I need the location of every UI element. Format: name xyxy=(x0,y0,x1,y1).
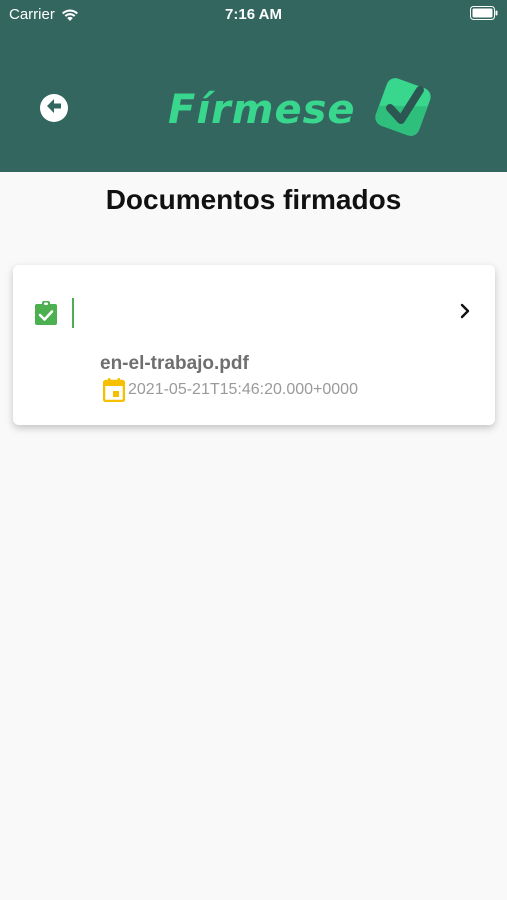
status-bar: Carrier 7:16 AM xyxy=(0,0,507,30)
title-divider xyxy=(72,298,74,328)
page-title: Documentos firmados xyxy=(105,184,402,215)
battery-icon xyxy=(470,6,498,20)
logo-text: Fírmese xyxy=(168,86,356,133)
chevron-right-icon[interactable] xyxy=(459,303,471,319)
file-name: en-el-trabajo.pdf xyxy=(100,353,249,374)
document-date: 2021-05-21T15:46:20.000+0000 xyxy=(128,381,358,398)
app-header: Carrier 7:16 AM Fírmese xyxy=(0,0,507,172)
document-card[interactable]: en-el-trabajo.pdf 2021-05-21T15:46:20.00… xyxy=(13,265,495,425)
date-row: 2021-05-21T15:46:20.000+0000 xyxy=(102,378,358,403)
arrow-left-icon xyxy=(44,96,64,121)
clipboard-check-icon xyxy=(35,301,57,325)
firmese-logo: Fírmese xyxy=(168,74,436,145)
back-button[interactable] xyxy=(40,94,68,122)
status-time: 7:16 AM xyxy=(225,6,282,23)
logo-check-icon xyxy=(370,74,436,145)
calendar-icon xyxy=(102,378,126,403)
